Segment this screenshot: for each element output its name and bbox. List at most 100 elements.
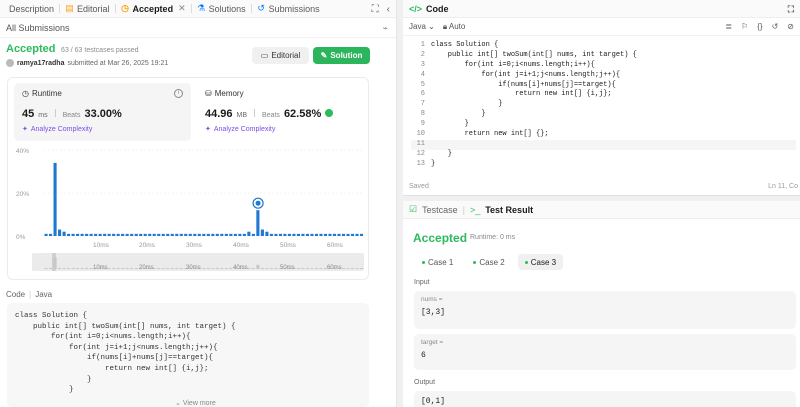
runtime-card[interactable]: ◷ Runtime i 45 ms Beats 33.00% ✦ Analyze…: [14, 83, 191, 141]
runtime-distribution-chart[interactable]: 40% 20% 0% 10ms 20ms 30ms 40ms 50ms 60ms 10ms 20ms…: [8, 144, 370, 280]
brush-bar: [76, 268, 80, 269]
maximize-icon[interactable]: ⛶: [372, 4, 379, 15]
tab-testcase[interactable]: Testcase: [422, 205, 458, 215]
code-line[interactable]: 7 }: [411, 100, 796, 110]
submitted-code: class Solution { public int[] twoSum(int…: [15, 312, 236, 395]
histogram-bar: [224, 233, 228, 236]
brush-bar: [85, 268, 89, 269]
tab-accepted[interactable]: ◷ Accepted ✕: [116, 0, 191, 18]
y-tick-label: 20%: [16, 191, 29, 198]
reset-icon[interactable]: ↺: [772, 22, 779, 31]
code-line[interactable]: 9 }: [411, 120, 796, 130]
case-tab-3[interactable]: Case 3: [517, 254, 564, 270]
code-lines[interactable]: 1 class Solution {2 public int[] twoSum(i…: [411, 41, 796, 170]
all-submissions-link[interactable]: All Submissions: [6, 23, 70, 33]
code-line[interactable]: 2 public int[] twoSum(int[] nums, int ta…: [411, 51, 796, 61]
code-line[interactable]: 8 }: [411, 110, 796, 120]
line-number: 5: [420, 80, 425, 89]
brush-bar: [251, 268, 255, 269]
brush-bar: [296, 268, 301, 269]
code-language: Java: [35, 290, 53, 299]
histogram-bar: [121, 233, 125, 236]
tab-solutions[interactable]: ⚗ Solutions: [192, 0, 251, 18]
brush-bar: [319, 268, 323, 269]
x-tick-label: 10ms: [93, 242, 110, 249]
settings-icon[interactable]: ⊘: [787, 22, 794, 31]
output-value: [0,1]: [421, 397, 446, 406]
code-line[interactable]: 11: [411, 139, 796, 150]
brush-bar: [62, 268, 66, 269]
format-icon[interactable]: ≣: [725, 22, 732, 31]
histogram-bar: [125, 233, 129, 236]
histogram-bar: [242, 233, 246, 236]
editor-title[interactable]: Code: [426, 4, 449, 14]
code-line[interactable]: 12 }: [411, 150, 796, 160]
editorial-button-label: Editorial: [271, 51, 301, 60]
histogram-bar: [287, 233, 291, 236]
tab-description[interactable]: Description: [4, 0, 59, 18]
histogram-bar: [44, 233, 48, 236]
memory-beats-value: 62.58%: [283, 108, 322, 120]
verdict-title: Accepted: [6, 43, 56, 55]
brush-bar: [112, 268, 116, 269]
code-line[interactable]: 4 for(int j=i+1;j<nums.length;j++){: [411, 71, 796, 81]
link-icon[interactable]: ⌁: [383, 23, 388, 34]
author-name[interactable]: ramya17radha: [17, 60, 64, 67]
memory-card[interactable]: ⛁ Memory 44.96 MB Beats 62.58% ✦ Analyze…: [197, 83, 364, 141]
histogram-bar: [152, 233, 156, 236]
case-tab-1[interactable]: Case 1: [415, 254, 460, 270]
input-name: nums =: [421, 296, 443, 303]
histogram-bar: [233, 233, 237, 236]
brush-bar: [71, 268, 75, 269]
braces-icon[interactable]: {}: [757, 22, 762, 31]
pass-dot-icon: [473, 260, 477, 264]
histogram-bar: [94, 233, 98, 236]
solution-button[interactable]: ✎ Solution: [313, 47, 370, 64]
analyze-complexity-link[interactable]: ✦ Analyze Complexity: [205, 125, 356, 134]
histogram-bar: [139, 233, 143, 236]
code-line[interactable]: 10 return new int[] {};: [411, 130, 796, 140]
brush-bar: [260, 267, 264, 269]
line-number: 3: [420, 60, 425, 69]
runtime-value: 45: [22, 108, 35, 120]
case-tab-2[interactable]: Case 2: [466, 254, 511, 270]
testcases-passed: 63 / 63 testcases passed: [61, 47, 139, 54]
x-tick-label: 60ms: [327, 242, 344, 249]
close-tab-icon[interactable]: ✕: [178, 3, 186, 14]
auto-mode-toggle[interactable]: 🔒︎ Auto: [443, 22, 466, 32]
histogram-bar: [67, 233, 71, 236]
histogram-bar: [188, 233, 192, 236]
histogram-bar: [265, 231, 269, 236]
lock-icon: 🔒︎: [442, 21, 448, 31]
maximize-icon[interactable]: ⛶: [788, 4, 794, 15]
tab-submissions[interactable]: ↺ Submissions: [252, 0, 325, 18]
histogram-bar: [161, 233, 165, 236]
code-line[interactable]: 13}: [411, 160, 796, 170]
input-nums-box[interactable]: nums = [3,3]: [414, 291, 796, 329]
input-target-box[interactable]: target = 6: [414, 334, 796, 370]
brush-bar: [80, 268, 84, 269]
input-value: 6: [421, 351, 426, 360]
histogram-bar: [130, 233, 134, 236]
language-select[interactable]: Java ⌄: [409, 22, 435, 31]
cursor-position: Ln 11, Co: [768, 183, 798, 190]
code-line[interactable]: 1 class Solution {: [411, 41, 796, 51]
view-more-button[interactable]: ⌄ View more: [175, 399, 216, 407]
info-icon[interactable]: i: [174, 89, 183, 98]
editorial-button[interactable]: ▭ Editorial: [252, 47, 309, 64]
editor-tab-bar: </> Code ⛶: [403, 0, 800, 18]
code-line[interactable]: 3 for(int i=0;i<nums.length;i++){: [411, 61, 796, 71]
x-tick-label: 30ms: [186, 242, 203, 249]
code-line[interactable]: 6 return new int[] {i,j};: [411, 90, 796, 100]
collapse-icon[interactable]: ‹: [387, 4, 390, 15]
analyze-complexity-label: Analyze Complexity: [30, 125, 93, 133]
bookmark-icon[interactable]: ⚐: [741, 22, 748, 31]
tab-editorial[interactable]: ▤ Editorial: [60, 0, 115, 18]
analyze-complexity-link[interactable]: ✦ Analyze Complexity: [22, 125, 183, 134]
code-editor-panel: </> Code ⛶ Java ⌄ 🔒︎ Auto ≣ ⚐ {} ↺ ⊘ 1 cl…: [403, 0, 800, 196]
output-box[interactable]: [0,1]: [414, 391, 796, 407]
brush-bar: [341, 268, 346, 269]
line-content: if(nums[i]+nums[j]==target){: [431, 80, 616, 89]
code-line[interactable]: 5 if(nums[i]+nums[j]==target){: [411, 81, 796, 91]
tab-test-result[interactable]: Test Result: [485, 205, 533, 215]
